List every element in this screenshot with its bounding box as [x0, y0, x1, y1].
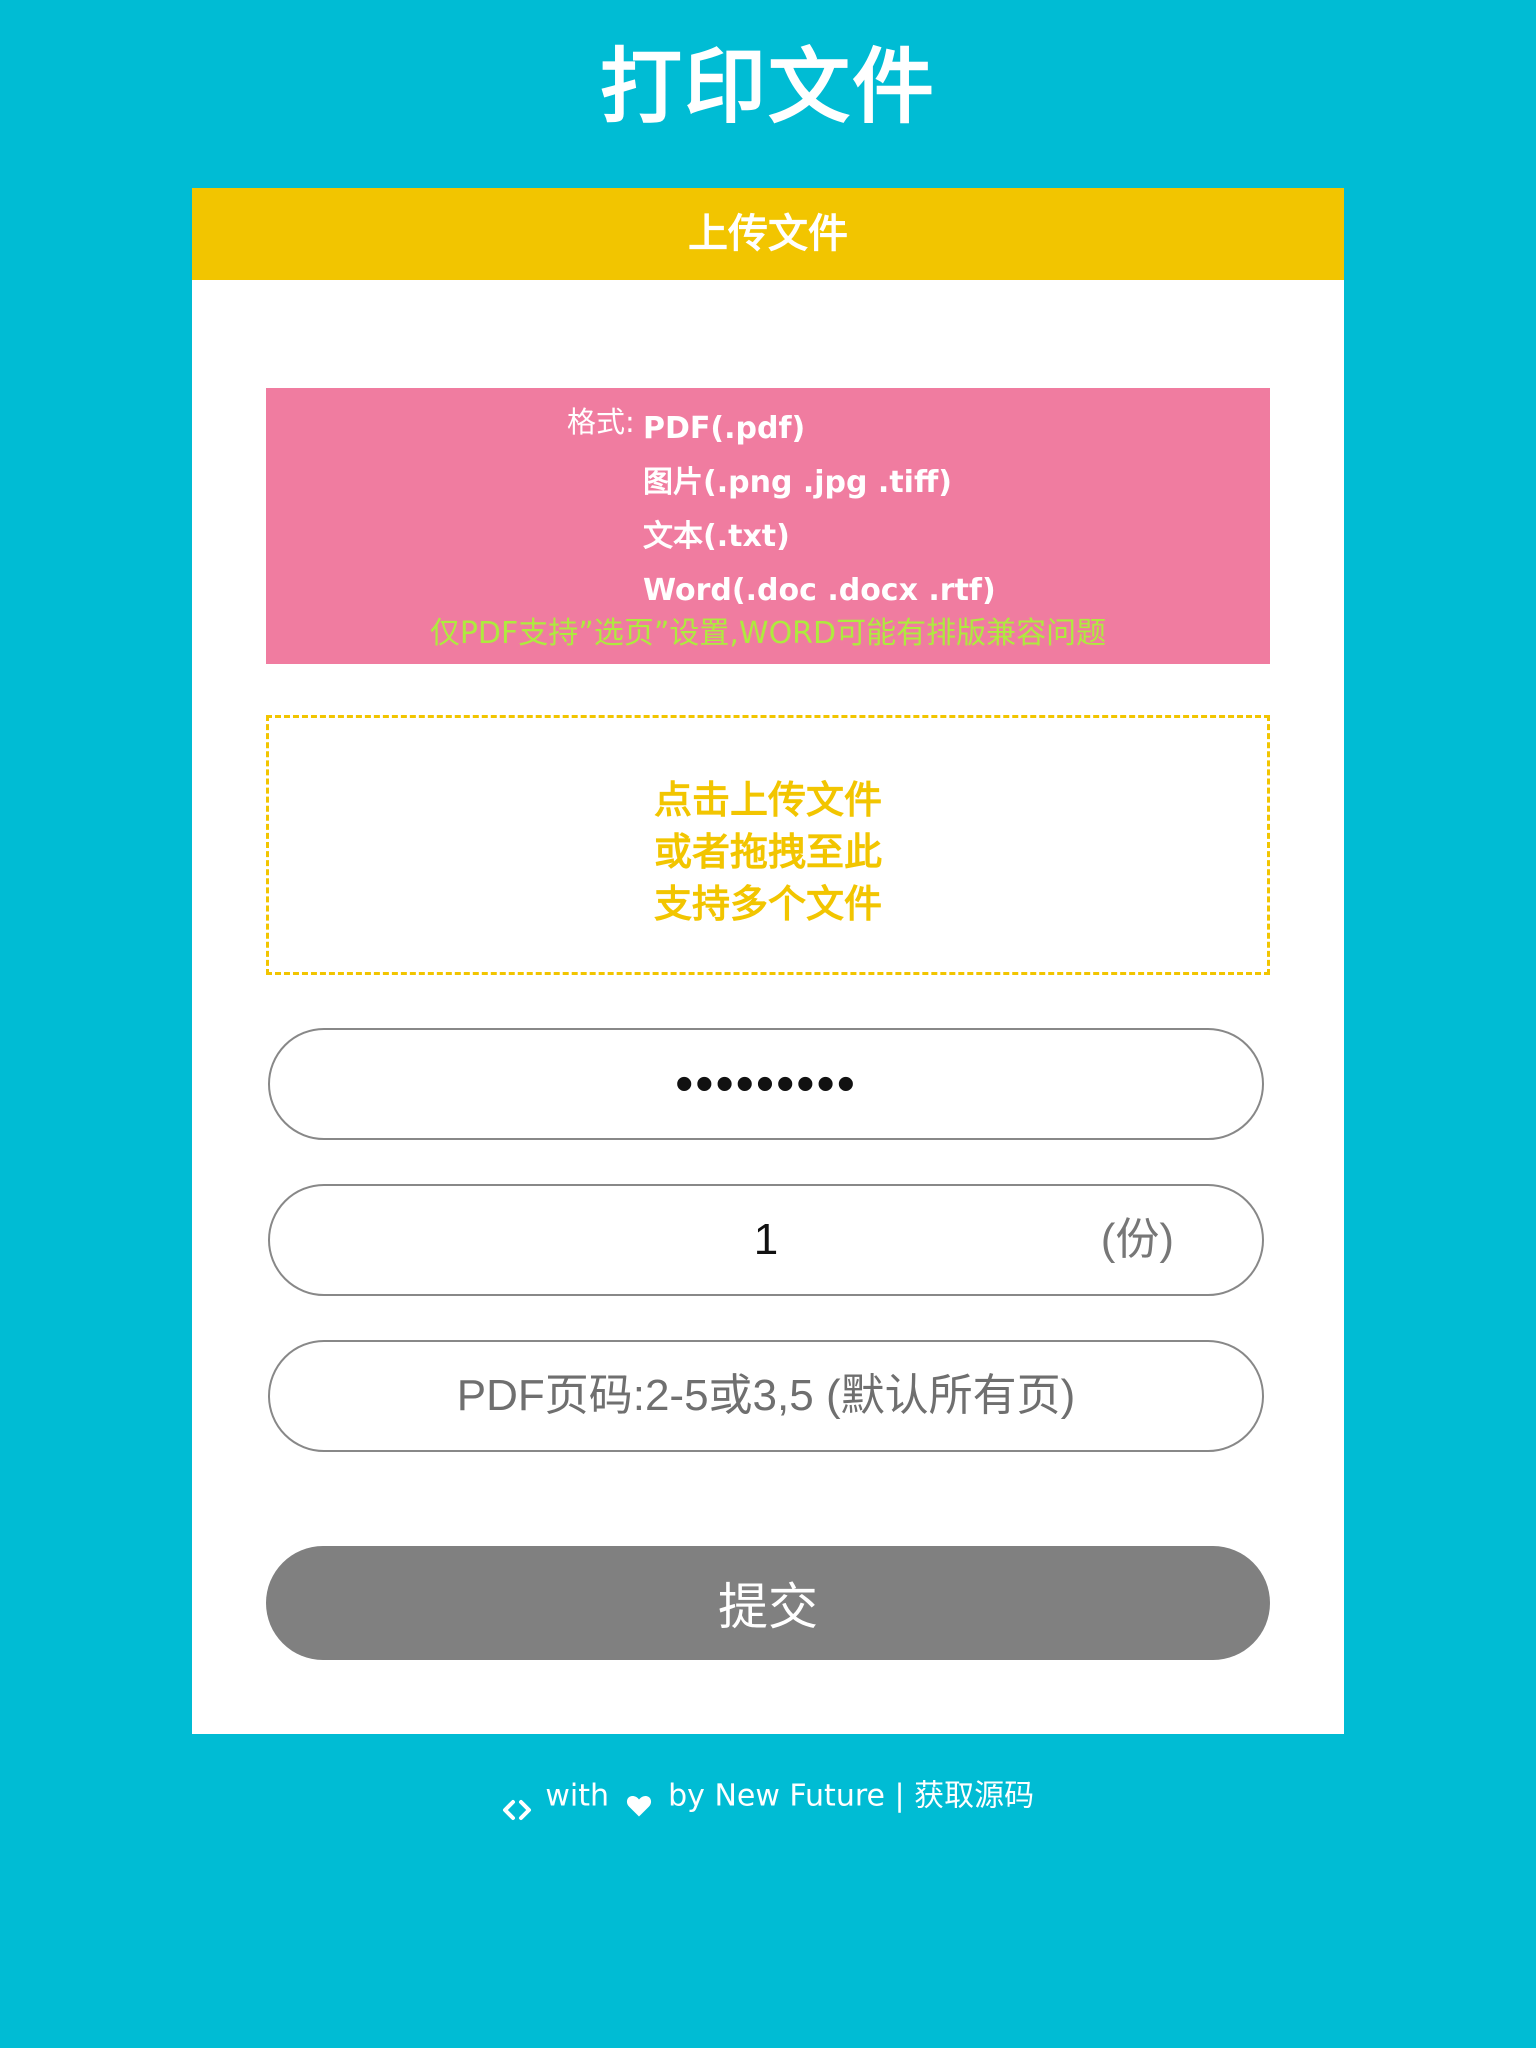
file-drop-zone[interactable]: 点击上传文件 或者拖拽至此 支持多个文件 [266, 715, 1270, 975]
format-item-word: Word(.doc .docx .rtf) [643, 573, 996, 608]
card-header: 上传文件 [192, 188, 1344, 280]
format-note: 仅PDF支持”选页”设置,WORD可能有排版兼容问题 [429, 616, 1107, 651]
format-info-box: 格式: PDF(.pdf) 图片(.png .jpg .tiff) 文本(.tx… [266, 388, 1270, 664]
format-item-image: 图片(.png .jpg .tiff) [643, 465, 952, 500]
upload-line-multiple: 支持多个文件 [653, 882, 882, 926]
format-item-text: 文本(.txt) [643, 519, 790, 554]
format-list: PDF(.pdf) 图片(.png .jpg .tiff) 文本(.txt) W… [643, 402, 996, 618]
code-icon [502, 1785, 532, 1820]
upload-line-click: 点击上传文件 [653, 778, 882, 822]
format-label: 格式: [567, 405, 635, 439]
copies-unit-label: (份) [1100, 1215, 1174, 1264]
footer: with by New Future | 获取源码 [0, 1768, 1536, 1825]
page-range-input[interactable] [268, 1340, 1264, 1452]
submit-button[interactable]: 提交 [266, 1546, 1270, 1660]
footer-by-text: by New Future [668, 1778, 885, 1814]
footer-with-text: with [545, 1778, 610, 1814]
footer-separator: | [894, 1778, 905, 1814]
page-title: 打印文件 [599, 40, 936, 135]
upload-card: 上传文件 格式: PDF(.pdf) 图片(.png .jpg .tiff) 文… [192, 188, 1344, 1734]
heart-icon [625, 1783, 653, 1816]
format-item-pdf: PDF(.pdf) [643, 411, 806, 446]
copies-field-wrapper: (份) [268, 1184, 1264, 1296]
password-field[interactable] [268, 1028, 1264, 1140]
upload-line-drag: 或者拖拽至此 [653, 830, 882, 874]
source-code-link[interactable]: 获取源码 [914, 1779, 1034, 1814]
